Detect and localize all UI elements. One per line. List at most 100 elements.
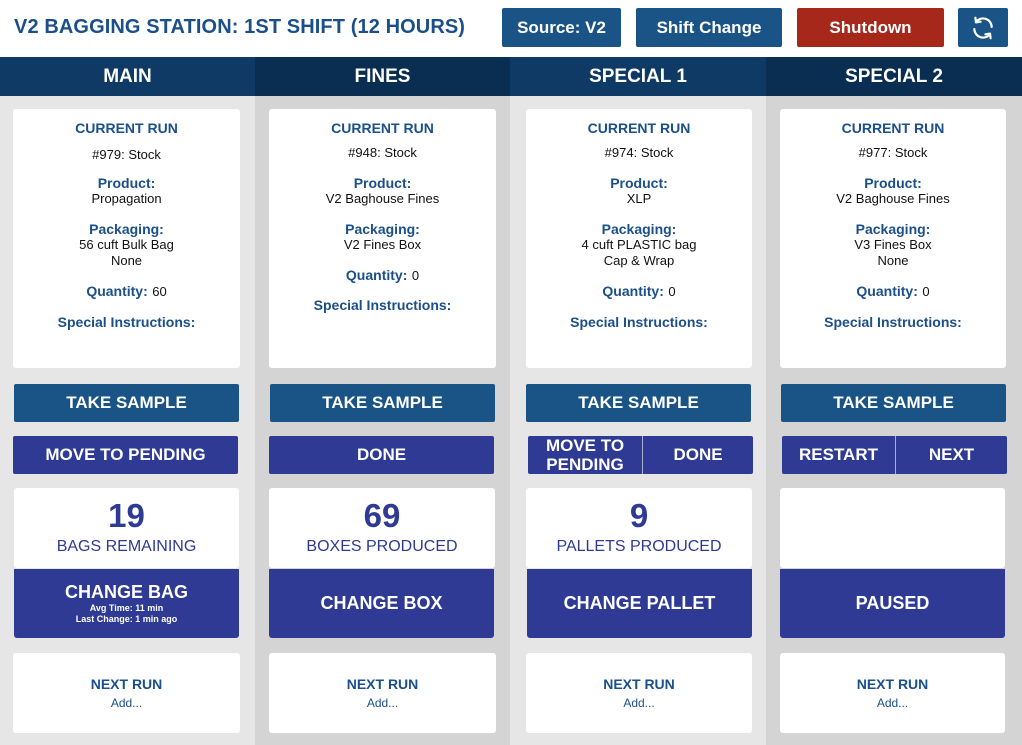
add-next-run-link[interactable]: Add... [13, 696, 240, 710]
next-run-label: NEXT RUN [346, 676, 419, 692]
count-label: BAGS REMAINING [56, 538, 197, 555]
next-run-label: NEXT RUN [856, 676, 929, 692]
quantity-label: Quantity: [345, 267, 408, 283]
run-id: #977: Stock [858, 145, 928, 160]
column-special-1: CURRENT RUN #974: Stock Product: XLP Pac… [510, 96, 766, 745]
count-label: PALLETS PRODUCED [556, 538, 722, 555]
special-instructions-label: Special Instructions: [570, 314, 708, 330]
change-bag-label: CHANGE BAG [64, 582, 188, 602]
take-sample-button[interactable]: TAKE SAMPLE [14, 384, 239, 422]
packaging-value: 4 cuft PLASTIC bag [581, 237, 697, 252]
quantity-row: Quantity: 0 [269, 267, 496, 285]
take-sample-button[interactable]: TAKE SAMPLE [270, 384, 495, 422]
count-card: 9 PALLETS PRODUCED [526, 488, 752, 568]
page-title: V2 BAGGING STATION: 1ST SHIFT (12 HOURS) [14, 16, 466, 38]
packaging-label: Packaging: [345, 221, 420, 237]
quantity-value: 60 [152, 284, 167, 299]
current-run-label: CURRENT RUN [841, 120, 945, 136]
quantity-value: 0 [411, 268, 420, 283]
next-run-card: NEXT RUN Add... [526, 653, 752, 733]
shift-change-button[interactable]: Shift Change [636, 8, 782, 47]
count-card: 69 BOXES PRODUCED [269, 488, 495, 568]
change-bag-button[interactable]: CHANGE BAG Avg Time: 11 min Last Change:… [14, 569, 239, 638]
column-header-main: MAIN [0, 57, 255, 96]
product-label: Product: [353, 175, 412, 191]
quantity-label: Quantity: [86, 283, 148, 299]
split-action-group: MOVE TO PENDING DONE [528, 436, 753, 474]
quantity-row: Quantity: 0 [780, 283, 1006, 301]
source-button[interactable]: Source: V2 [502, 8, 621, 47]
current-run-card: CURRENT RUN #974: Stock Product: XLP Pac… [526, 109, 752, 368]
quantity-label: Quantity: [856, 283, 918, 299]
packaging-label: Packaging: [855, 221, 931, 237]
take-sample-button[interactable]: TAKE SAMPLE [781, 384, 1006, 422]
next-run-label: NEXT RUN [603, 676, 675, 692]
refresh-button[interactable] [958, 8, 1008, 47]
add-next-run-link[interactable]: Add... [269, 696, 496, 710]
count-card: 19 BAGS REMAINING [14, 488, 239, 568]
quantity-row: Quantity: 60 [13, 283, 240, 301]
add-next-run-link[interactable]: Add... [526, 696, 752, 710]
product-label: Product: [610, 175, 668, 191]
column-header-special-1: SPECIAL 1 [510, 57, 766, 96]
done-button[interactable]: DONE [269, 436, 494, 474]
restart-button[interactable]: RESTART [782, 436, 895, 474]
quantity-row: Quantity: 0 [526, 283, 752, 301]
split-action-group: RESTART NEXT [782, 436, 1007, 474]
special-instructions-label: Special Instructions: [313, 297, 452, 313]
take-sample-button[interactable]: TAKE SAMPLE [526, 384, 751, 422]
product-value: XLP [626, 191, 652, 206]
next-run-card: NEXT RUN Add... [13, 653, 240, 733]
count-card [780, 488, 1005, 568]
add-next-run-link[interactable]: Add... [780, 696, 1005, 710]
special-instructions-label: Special Instructions: [57, 314, 196, 330]
current-run-card: CURRENT RUN #977: Stock Product: V2 Bagh… [780, 109, 1006, 368]
special-instructions-label: Special Instructions: [824, 314, 962, 330]
column-fines: CURRENT RUN #948: Stock Product: V2 Bagh… [255, 96, 510, 745]
quantity-value: 0 [922, 284, 930, 299]
next-button[interactable]: NEXT [896, 436, 1007, 474]
run-id: #948: Stock [348, 145, 417, 160]
next-run-card: NEXT RUN Add... [269, 653, 496, 733]
product-label: Product: [864, 175, 922, 191]
column-main: CURRENT RUN #979: Stock Product: Propaga… [0, 96, 255, 745]
column-header-special-2: SPECIAL 2 [766, 57, 1022, 96]
done-button[interactable]: DONE [643, 436, 753, 474]
next-run-label: NEXT RUN [90, 676, 163, 692]
avg-time: Avg Time: 11 min [89, 603, 164, 613]
last-change: Last Change: 1 min ago [75, 614, 178, 624]
column-special-2: CURRENT RUN #977: Stock Product: V2 Bagh… [766, 96, 1022, 745]
quantity-label: Quantity: [602, 283, 664, 299]
product-label: Product: [97, 175, 156, 191]
next-run-card: NEXT RUN Add... [780, 653, 1005, 733]
count-label: BOXES PRODUCED [306, 538, 458, 555]
shutdown-button[interactable]: Shutdown [797, 8, 944, 47]
packaging-value-2: None [877, 253, 909, 268]
run-id: #974: Stock [604, 145, 674, 160]
move-to-pending-button[interactable]: MOVE TO PENDING [13, 436, 238, 474]
current-run-label: CURRENT RUN [331, 120, 434, 136]
packaging-value: V2 Fines Box [343, 237, 422, 252]
product-value: V2 Baghouse Fines [836, 191, 950, 206]
current-run-card: CURRENT RUN #979: Stock Product: Propaga… [13, 109, 240, 368]
change-pallet-button[interactable]: CHANGE PALLET [527, 569, 752, 638]
packaging-value: V3 Fines Box [854, 237, 932, 252]
paused-button[interactable]: PAUSED [780, 569, 1005, 638]
packaging-value: 56 cuft Bulk Bag [79, 237, 174, 252]
product-value: Propagation [91, 191, 162, 206]
quantity-value: 0 [668, 284, 676, 299]
count-value: 19 [108, 497, 145, 534]
packaging-value-2: Cap & Wrap [603, 253, 675, 268]
top-bar: V2 BAGGING STATION: 1ST SHIFT (12 HOURS)… [0, 0, 1022, 57]
packaging-label: Packaging: [89, 221, 164, 237]
current-run-card: CURRENT RUN #948: Stock Product: V2 Bagh… [269, 109, 496, 368]
change-box-button[interactable]: CHANGE BOX [269, 569, 494, 638]
refresh-icon [973, 16, 993, 39]
count-value: 9 [629, 497, 649, 534]
count-value: 69 [363, 497, 401, 534]
column-header-fines: FINES [255, 57, 510, 96]
packaging-label: Packaging: [601, 221, 677, 237]
current-run-label: CURRENT RUN [75, 120, 178, 136]
packaging-value-2: None [110, 253, 143, 268]
move-to-pending-button[interactable]: MOVE TO PENDING [528, 436, 642, 474]
